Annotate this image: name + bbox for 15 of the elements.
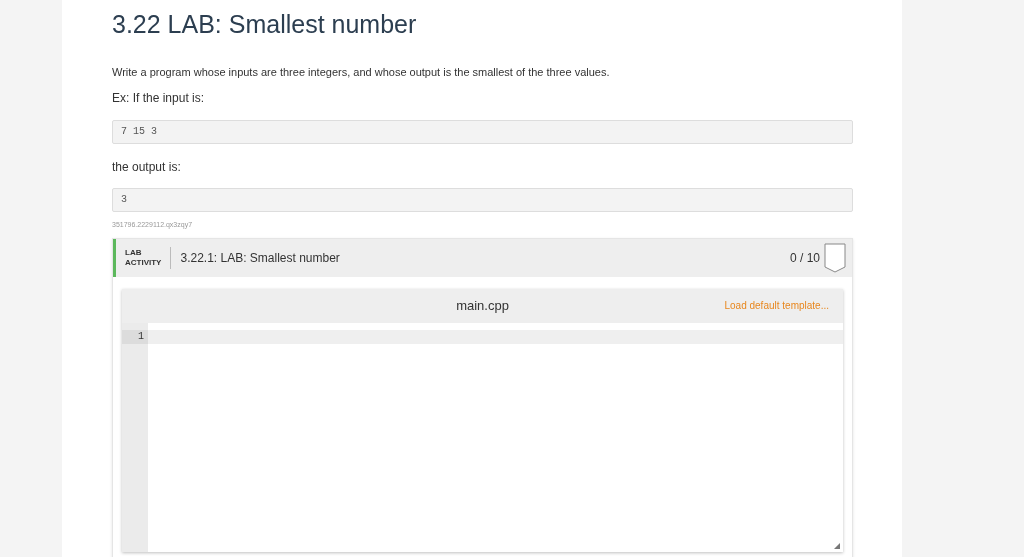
activity-label: ACTIVITY — [125, 257, 162, 268]
input-example: 7 15 3 — [112, 119, 853, 144]
resize-handle-icon[interactable] — [834, 542, 840, 549]
activity-label: LAB — [125, 247, 143, 258]
output-label: the output is: — [112, 158, 182, 176]
score-text: 0 / 10 — [789, 249, 820, 267]
output-example: 3 — [112, 187, 853, 212]
instruction-text: Ex: If the input is: — [112, 89, 206, 107]
page-title: 3.22 LAB: Smallest number — [112, 9, 418, 40]
activity-title: 3.22.1: LAB: Smallest number — [180, 249, 341, 267]
instruction-text: Write a program whose inputs are three integers, and whose output is the smallest of the three values. — [112, 65, 611, 80]
score-badge-icon — [824, 242, 846, 273]
load-template-link[interactable]: Load default template... — [724, 298, 829, 313]
filename-text: main.cpp — [456, 296, 509, 315]
line-number: 1 — [122, 329, 148, 344]
